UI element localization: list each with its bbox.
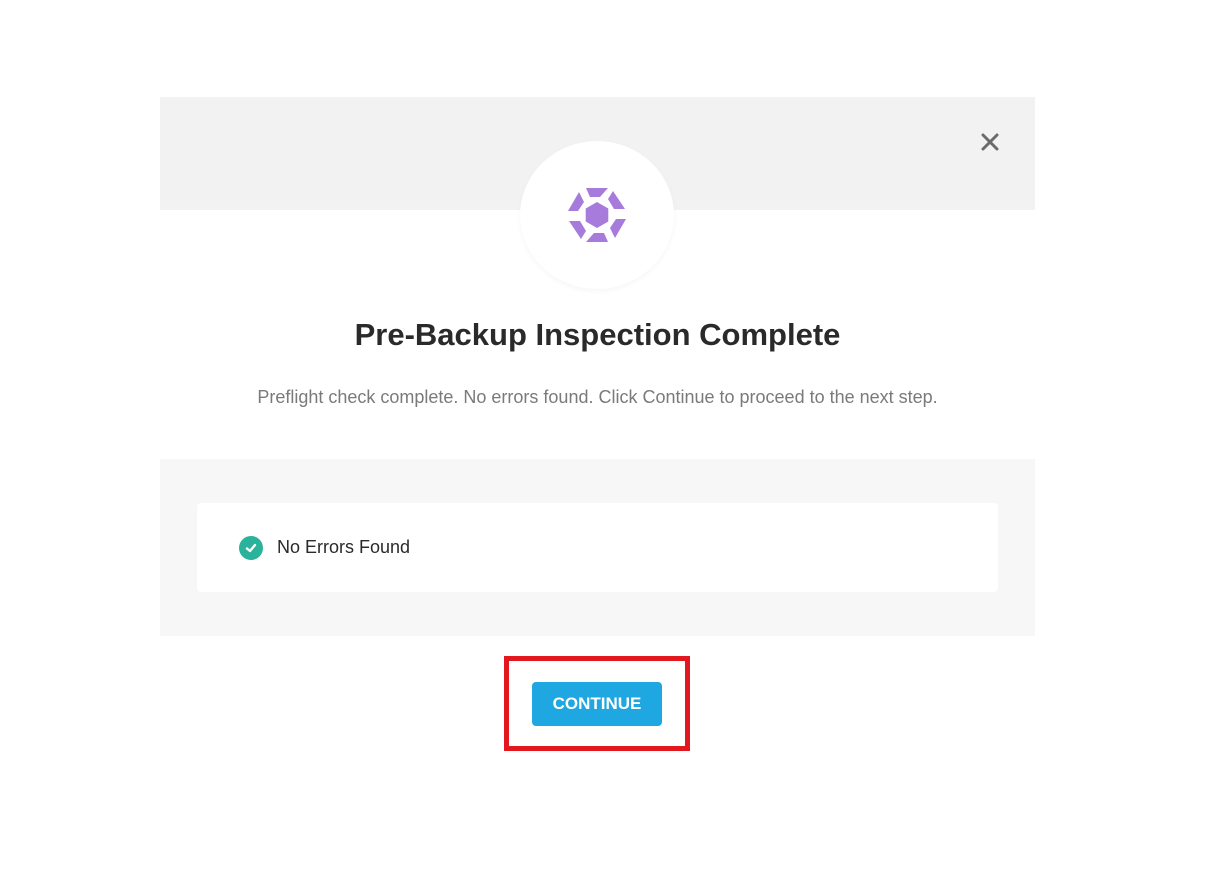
preflight-modal: Pre-Backup Inspection Complete Preflight… — [160, 97, 1035, 657]
result-panel: No Errors Found — [160, 459, 1035, 636]
result-card: No Errors Found — [197, 503, 998, 592]
result-label: No Errors Found — [277, 537, 411, 557]
aperture-logo-icon — [568, 188, 626, 242]
close-icon — [981, 133, 999, 151]
continue-button[interactable]: CONTINUE — [532, 682, 662, 726]
page-title: Pre-Backup Inspection Complete — [354, 317, 841, 352]
logo-badge — [520, 141, 674, 289]
status-message: Preflight check complete. No errors foun… — [257, 387, 938, 407]
check-circle-icon — [239, 535, 263, 560]
close-button[interactable] — [979, 131, 1001, 153]
